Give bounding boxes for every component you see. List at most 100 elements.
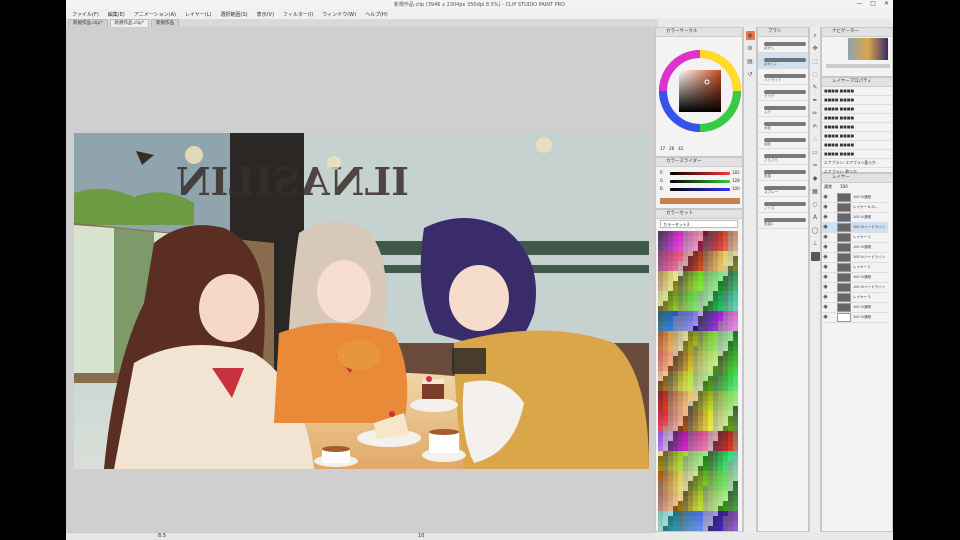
visibility-eye-icon[interactable]: ◉ — [822, 304, 829, 310]
maximize-button[interactable]: □ — [870, 0, 876, 7]
color-value-s: 26 — [669, 146, 675, 151]
color-icon[interactable]: ◉ — [745, 31, 755, 40]
ruler-tool-icon[interactable]: ⊥ — [811, 239, 820, 248]
color-set-panel: カラーセット カラーセット2 — [655, 209, 743, 532]
brush-item[interactable]: さらさら — [758, 149, 808, 165]
visibility-eye-icon[interactable]: ◉ — [822, 244, 829, 250]
visibility-eye-icon[interactable]: ◉ — [822, 234, 829, 240]
color-wheel[interactable] — [657, 48, 743, 134]
property-row[interactable]: ■■■■ ■■■■ — [822, 96, 892, 105]
quick-tools-strip: ◉ ⚙ ▤ ↺ — [743, 27, 757, 532]
figure-tool-icon[interactable]: ○ — [811, 200, 820, 209]
select-tool-icon[interactable]: ⬚ — [811, 57, 820, 66]
visibility-eye-icon[interactable]: ◉ — [822, 214, 829, 220]
opacity-value[interactable]: 100 — [840, 183, 848, 191]
menu-help[interactable]: ヘルプ(H) — [365, 11, 388, 18]
slider-g-label: G — [660, 178, 664, 183]
brush-item[interactable]: ぼかし2 — [758, 53, 808, 69]
property-row[interactable]: ■■■■ ■■■■ — [822, 150, 892, 159]
tab-document-1[interactable]: 新規作品.clip* — [68, 19, 108, 27]
navigator-thumbnail[interactable] — [848, 38, 888, 60]
airbrush-tool-icon[interactable]: ∴ — [811, 135, 820, 144]
brush-item[interactable]: ぼかし — [758, 37, 808, 53]
color-value-h: 17 — [660, 146, 666, 151]
visibility-eye-icon[interactable]: ◉ — [822, 224, 829, 230]
close-button[interactable]: ✕ — [884, 0, 889, 7]
layer-panel-header: レイヤー — [822, 174, 892, 183]
menu-file[interactable]: ファイル(F) — [72, 11, 99, 18]
brush-item[interactable]: グラデ — [758, 85, 808, 101]
brush-item[interactable]: 油彩 — [758, 133, 808, 149]
eraser-tool-icon[interactable]: ▭ — [811, 148, 820, 157]
brush-item[interactable]: 質感2 — [758, 213, 808, 229]
menu-layer[interactable]: レイヤー(L) — [185, 11, 212, 18]
menu-animation[interactable]: アニメーション(A) — [134, 11, 176, 18]
slider-g[interactable] — [670, 180, 730, 183]
slider-r[interactable] — [670, 172, 730, 175]
gradient-tool-icon[interactable]: ▦ — [811, 187, 820, 196]
color-swatch[interactable] — [733, 526, 738, 531]
color-set-dropdown[interactable]: カラーセット2 — [660, 220, 738, 228]
visibility-eye-icon[interactable]: ◉ — [822, 314, 829, 320]
zoom-tool-icon[interactable]: ⌕ — [811, 31, 820, 40]
lasso-tool-icon[interactable]: ◌ — [811, 70, 820, 79]
brush-item[interactable]: ムラ — [758, 101, 808, 117]
artwork-canvas[interactable]: ILNASILIN — [74, 133, 649, 469]
navigator-zoom-slider[interactable] — [826, 64, 890, 68]
visibility-eye-icon[interactable]: ◉ — [822, 254, 829, 260]
property-row[interactable]: ■■■■ ■■■■ — [822, 132, 892, 141]
brush-item[interactable]: ハイライト — [758, 69, 808, 85]
property-row[interactable]: ■■■■ ■■■■ — [822, 123, 892, 132]
canvas-area[interactable]: ILNASILIN — [66, 27, 655, 532]
status-bar: 8.5 10 — [66, 532, 655, 540]
pen-tool-icon[interactable]: ✒ — [811, 96, 820, 105]
brush-item[interactable]: ノイズ — [758, 197, 808, 213]
layer-icon[interactable]: ▤ — [746, 57, 755, 66]
document-tabs: 新規作品.clip* 新規作品.clip* 新規作品 — [66, 19, 658, 27]
slider-g-value: 128 — [732, 178, 740, 183]
settings-icon[interactable]: ⚙ — [746, 44, 755, 53]
tab-document-2[interactable]: 新規作品.clip* — [109, 19, 150, 27]
brush-item[interactable]: 水彩 — [758, 117, 808, 133]
brush-item[interactable]: スプレー — [758, 181, 808, 197]
slider-b[interactable] — [670, 188, 730, 191]
main-color-icon[interactable] — [810, 252, 820, 261]
zoom-level[interactable]: 8.5 — [158, 533, 166, 539]
brush-item[interactable]: 質感 — [758, 165, 808, 181]
menu-edit[interactable]: 編集(E) — [108, 11, 125, 18]
color-slider-header: カラースライダー — [656, 158, 742, 167]
property-row[interactable]: エアブラシ: エアブラシ柔らか — [822, 159, 892, 168]
layer-row[interactable]: ◉ 100 %通常 — [822, 312, 888, 323]
current-color-bar[interactable] — [660, 198, 740, 204]
visibility-eye-icon[interactable]: ◉ — [822, 274, 829, 280]
history-icon[interactable]: ↺ — [746, 70, 755, 79]
visibility-eye-icon[interactable]: ◉ — [822, 294, 829, 300]
menu-selection[interactable]: 選択範囲(S) — [221, 11, 248, 18]
property-row[interactable]: ■■■■ ■■■■ — [822, 105, 892, 114]
visibility-eye-icon[interactable]: ◉ — [822, 194, 829, 200]
blend-mode-dropdown[interactable]: 通常 — [824, 183, 832, 191]
color-wheel-panel: カラーサークル 17 26 41 — [655, 27, 743, 157]
property-row[interactable]: ■■■■ ■■■■ — [822, 114, 892, 123]
text-tool-icon[interactable]: A — [811, 213, 820, 222]
menu-window[interactable]: ウィンドウ(W) — [322, 11, 356, 18]
blend-tool-icon[interactable]: ≈ — [811, 161, 820, 170]
tab-document-3[interactable]: 新規作品 — [151, 19, 180, 27]
eyedropper-tool-icon[interactable]: ✎ — [811, 83, 820, 92]
rotation-value: 10 — [418, 533, 425, 539]
pencil-tool-icon[interactable]: ✏ — [811, 109, 820, 118]
visibility-eye-icon[interactable]: ◉ — [822, 284, 829, 290]
navigator-header: ナビゲーター — [822, 28, 892, 37]
visibility-eye-icon[interactable]: ◉ — [822, 264, 829, 270]
visibility-eye-icon[interactable]: ◉ — [822, 204, 829, 210]
fill-tool-icon[interactable]: ◆ — [811, 174, 820, 183]
balloon-tool-icon[interactable]: ◯ — [811, 226, 820, 235]
menu-filter[interactable]: フィルター(I) — [283, 11, 313, 18]
property-row[interactable]: ■■■■ ■■■■ — [822, 87, 892, 96]
brush-tool-icon[interactable]: ✍ — [811, 122, 820, 131]
menu-view[interactable]: 表示(V) — [257, 11, 274, 18]
color-swatch-grid[interactable] — [658, 231, 738, 531]
property-row[interactable]: ■■■■ ■■■■ — [822, 141, 892, 150]
move-tool-icon[interactable]: ✥ — [811, 44, 820, 53]
minimize-button[interactable]: — — [856, 0, 862, 7]
